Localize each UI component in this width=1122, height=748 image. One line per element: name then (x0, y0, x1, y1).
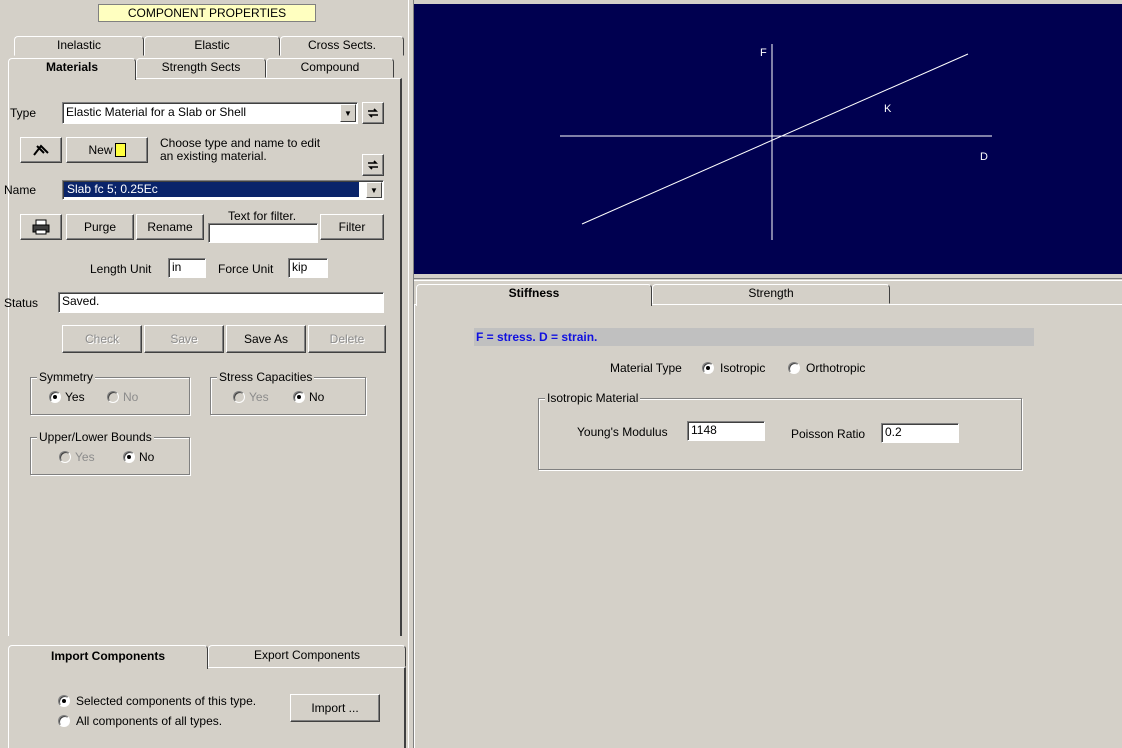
symmetry-title: Symmetry (37, 370, 95, 384)
isotropic-material-title: Isotropic Material (545, 391, 641, 405)
symmetry-no-radio[interactable] (107, 391, 119, 403)
new-button-label: New (88, 143, 113, 157)
poisson-ratio-label: Poisson Ratio (791, 427, 866, 441)
length-unit-input[interactable]: in (168, 258, 206, 278)
import-all-label[interactable]: All components of all types. (76, 714, 222, 728)
import-all-radio[interactable] (58, 715, 70, 727)
name-label: Name (4, 183, 37, 197)
isotropic-material-group: Isotropic Material Young's Modulus 1148 … (538, 391, 1022, 470)
type-label: Type (10, 106, 37, 120)
stress-yes-radio[interactable] (233, 391, 245, 403)
poisson-ratio-input[interactable]: 0.2 (881, 423, 959, 443)
tool-button[interactable] (20, 137, 62, 163)
refresh-type-button[interactable] (362, 102, 384, 124)
bounds-title: Upper/Lower Bounds (37, 430, 154, 444)
strain-banner: F = stress. D = strain. (474, 328, 1034, 346)
right-divider (414, 278, 1122, 281)
orthotropic-label[interactable]: Orthotropic (806, 361, 865, 375)
youngs-modulus-label: Young's Modulus (577, 425, 668, 439)
isotropic-radio[interactable] (702, 362, 714, 374)
bounds-no-radio[interactable] (123, 451, 135, 463)
graph-canvas: F K D (414, 4, 1122, 274)
d-axis-label: D (980, 151, 988, 163)
tab-compound[interactable]: Compound (266, 58, 394, 78)
tab-import-components[interactable]: Import Components (8, 645, 208, 669)
check-button[interactable]: Check (62, 325, 142, 353)
chevron-down-icon[interactable]: ▼ (340, 104, 356, 122)
force-unit-input[interactable]: kip (288, 258, 328, 278)
import-selected-radio[interactable] (58, 695, 70, 707)
stress-yes-label[interactable]: Yes (249, 390, 269, 404)
refresh-name-button[interactable] (362, 154, 384, 176)
filter-label: Text for filter. (228, 209, 297, 223)
tab-inelastic[interactable]: Inelastic (14, 36, 144, 56)
tab-materials[interactable]: Materials (8, 58, 136, 80)
stiffness-line (581, 53, 969, 225)
import-button[interactable]: Import ... (290, 694, 380, 722)
new-button[interactable]: New (66, 137, 148, 163)
compass-icon (33, 144, 49, 156)
left-panel: COMPONENT PROPERTIES Inelastic Elastic C… (0, 0, 408, 748)
stress-no-radio[interactable] (293, 391, 305, 403)
name-select[interactable]: Slab fc 5; 0.25Ec ▼ (62, 180, 384, 200)
bounds-yes-label[interactable]: Yes (75, 450, 95, 464)
right-panel: Stiffness Strength F = stress. D = strai… (414, 278, 1122, 748)
symmetry-no-label[interactable]: No (123, 390, 138, 404)
orthotropic-radio[interactable] (788, 362, 800, 374)
bounds-yes-radio[interactable] (59, 451, 71, 463)
symmetry-yes-radio[interactable] (49, 391, 61, 403)
bounds-no-label[interactable]: No (139, 450, 154, 464)
tab-elastic[interactable]: Elastic (144, 36, 280, 56)
symmetry-group: Symmetry Yes No (30, 370, 190, 415)
bounds-group: Upper/Lower Bounds Yes No (30, 430, 190, 475)
new-document-icon (114, 143, 126, 157)
purge-button[interactable]: Purge (66, 214, 134, 240)
panel-title: COMPONENT PROPERTIES (98, 4, 316, 22)
name-select-value: Slab fc 5; 0.25Ec (64, 182, 359, 197)
status-field: Saved. (58, 292, 384, 313)
save-as-button[interactable]: Save As (226, 325, 306, 353)
tab-stiffness[interactable]: Stiffness (416, 284, 652, 306)
rename-button[interactable]: Rename (136, 214, 204, 240)
tab-export-components[interactable]: Export Components (208, 645, 406, 667)
tab-cross-sects[interactable]: Cross Sects. (280, 36, 404, 56)
print-button[interactable] (20, 214, 62, 240)
symmetry-yes-label[interactable]: Yes (65, 390, 85, 404)
save-button[interactable]: Save (144, 325, 224, 353)
f-axis-label: F (760, 47, 767, 59)
youngs-modulus-input[interactable]: 1148 (687, 421, 765, 441)
stress-capacities-title: Stress Capacities (217, 370, 315, 384)
hint-text: Choose type and name to edit an existing… (160, 136, 321, 163)
stress-no-label[interactable]: No (309, 390, 324, 404)
tab-strength[interactable]: Strength (652, 284, 890, 304)
stiffness-page (414, 304, 1122, 748)
filter-button[interactable]: Filter (320, 214, 384, 240)
status-label: Status (4, 296, 39, 310)
type-select-value: Elastic Material for a Slab or Shell (66, 105, 247, 119)
material-type-label: Material Type (610, 361, 682, 375)
refresh-icon (368, 108, 378, 118)
tab-strength-sects[interactable]: Strength Sects (136, 58, 266, 78)
type-select[interactable]: Elastic Material for a Slab or Shell ▼ (62, 102, 358, 124)
length-unit-label: Length Unit (90, 262, 152, 276)
stress-capacities-group: Stress Capacities Yes No (210, 370, 366, 415)
filter-input[interactable] (208, 223, 318, 243)
import-selected-label[interactable]: Selected components of this type. (76, 694, 256, 708)
printer-icon (32, 219, 50, 235)
chevron-down-icon[interactable]: ▼ (366, 182, 382, 198)
k-label: K (884, 103, 892, 115)
refresh-icon (368, 160, 378, 170)
force-unit-label: Force Unit (218, 262, 274, 276)
delete-button[interactable]: Delete (308, 325, 386, 353)
isotropic-label[interactable]: Isotropic (720, 361, 765, 375)
stress-strain-graph: F K D (560, 44, 992, 240)
